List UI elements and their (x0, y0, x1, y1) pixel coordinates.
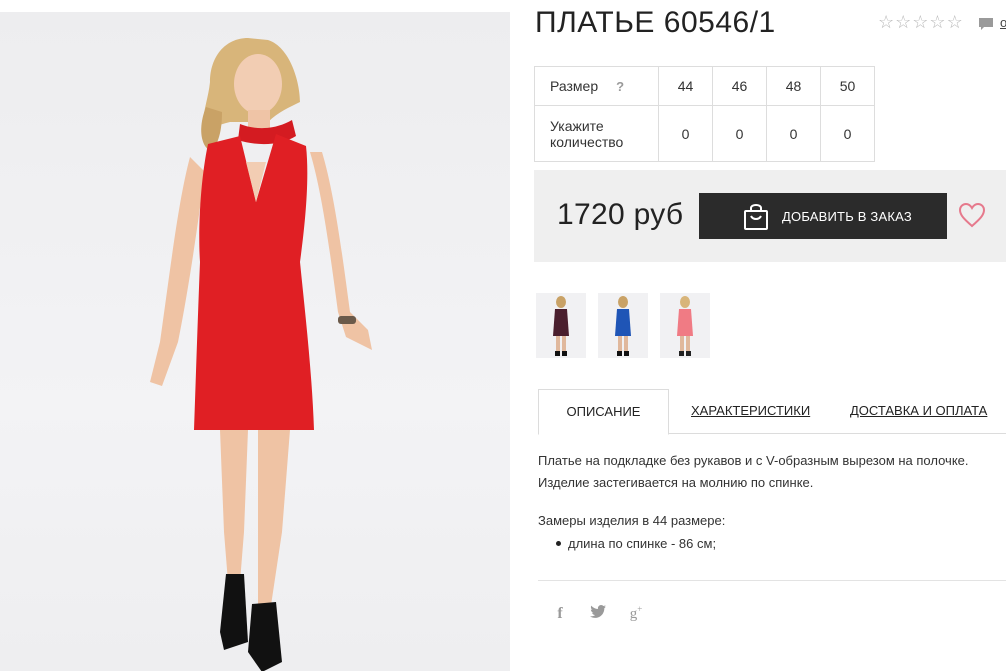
social-share: f g+ (550, 604, 646, 623)
thumbnail-figure (553, 296, 569, 356)
description-text: Платье на подкладке без рукавов и с V-об… (538, 450, 998, 494)
size-value: 50 (820, 66, 875, 106)
size-label: Размер (550, 78, 599, 94)
product-title: ПЛАТЬЕ 60546/1 (535, 6, 776, 39)
shopping-bag-icon (744, 204, 768, 230)
size-value: 44 (658, 66, 713, 106)
add-to-order-button[interactable]: ДОБАВИТЬ В ЗАКАЗ (699, 193, 947, 239)
quantity-label-line1: Укажите (550, 117, 604, 134)
quantity-input-46[interactable]: 0 (712, 105, 767, 162)
size-label-cell: Размер? (534, 66, 659, 106)
favorite-heart-icon[interactable] (958, 202, 986, 228)
googleplus-plus: + (637, 604, 643, 614)
star-icon[interactable]: ☆ (895, 12, 911, 32)
quantity-input-48[interactable]: 0 (766, 105, 821, 162)
thumbnail-blue[interactable] (598, 293, 648, 358)
star-icon[interactable]: ☆ (929, 12, 945, 32)
size-value: 48 (766, 66, 821, 106)
order-panel: 1720 руб ДОБАВИТЬ В ЗАКАЗ (534, 170, 1006, 262)
rating-stars[interactable]: ☆ ☆ ☆ ☆ ☆ (878, 12, 963, 32)
product-main-image[interactable] (0, 12, 510, 671)
size-table: Размер? 44 46 48 50 Укажите количество 0… (534, 66, 875, 162)
description-line: Платье на подкладке без рукавов и с V-об… (538, 453, 969, 468)
thumbnail-burgundy[interactable] (536, 293, 586, 358)
quantity-input-50[interactable]: 0 (820, 105, 875, 162)
description-line: Изделие застегивается на молнию по спинк… (538, 475, 814, 490)
measure-item: длина по спинке - 86 см; (556, 534, 716, 554)
description-divider (538, 580, 1006, 581)
thumbnail-pink[interactable] (660, 293, 710, 358)
twitter-bird-glyph (590, 605, 606, 618)
thumbnail-figure (677, 296, 693, 356)
comments-link[interactable]: о (1000, 15, 1006, 30)
color-thumbnails (536, 293, 710, 358)
thumbnail-figure (615, 296, 631, 356)
star-icon[interactable]: ☆ (878, 12, 894, 32)
quantity-label-line2: количество (550, 133, 624, 150)
measures-list: длина по спинке - 86 см; (556, 534, 716, 554)
tab-delivery-payment[interactable]: ДОСТАВКА И ОПЛАТА (850, 389, 987, 433)
size-value: 46 (712, 66, 767, 106)
star-icon[interactable]: ☆ (947, 12, 963, 32)
product-price: 1720 руб (557, 198, 684, 231)
size-help-icon[interactable]: ? (616, 79, 624, 94)
twitter-icon[interactable] (588, 605, 608, 622)
model-illustration (150, 38, 372, 671)
comment-icon[interactable] (978, 16, 994, 32)
quantity-input-44[interactable]: 0 (658, 105, 713, 162)
quantity-label-cell: Укажите количество (534, 105, 659, 162)
googleplus-icon[interactable]: g+ (626, 604, 646, 623)
tab-description[interactable]: ОПИСАНИЕ (538, 389, 669, 435)
facebook-icon[interactable]: f (550, 605, 570, 623)
add-to-order-label: ДОБАВИТЬ В ЗАКАЗ (782, 208, 912, 224)
tab-characteristics[interactable]: ХАРАКТЕРИСТИКИ (691, 389, 810, 433)
measures-title: Замеры изделия в 44 размере: (538, 513, 726, 528)
star-icon[interactable]: ☆ (912, 12, 928, 32)
